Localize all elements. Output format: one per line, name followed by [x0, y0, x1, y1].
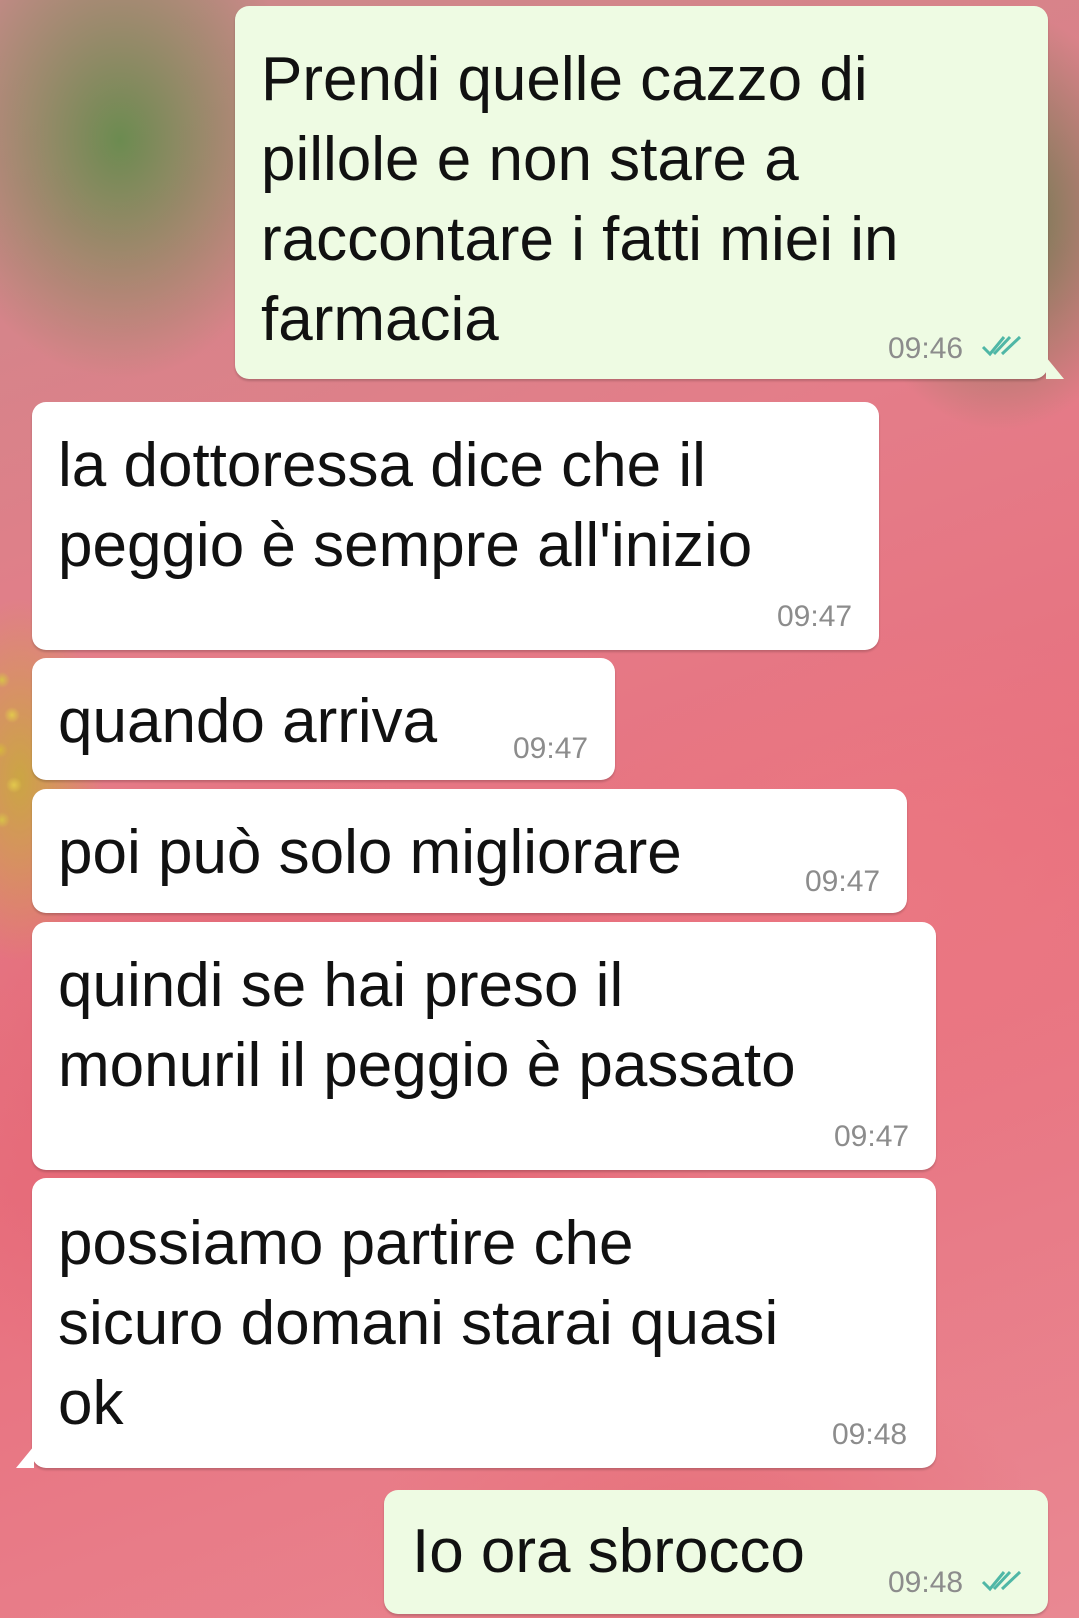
outgoing-message-bubble[interactable]: Prendi quelle cazzo di pillole e non sta… [235, 6, 1064, 379]
wallpaper-flower-stamens [0, 660, 30, 860]
message-timestamp: 09:47 [777, 600, 853, 633]
message-timestamp: 09:47 [513, 732, 589, 765]
message-timestamp: 09:47 [834, 1120, 910, 1153]
incoming-message-bubble[interactable]: possiamo partire che sicuro domani stara… [16, 1178, 936, 1468]
incoming-message-bubble[interactable]: la dottoressa dice che il peggio è sempr… [32, 402, 879, 650]
message-text: quando arriva [58, 687, 438, 756]
incoming-message-bubble[interactable]: quindi se hai preso il monuril il peggio… [32, 922, 936, 1170]
incoming-message-bubble[interactable]: poi può solo migliorare 09:47 [32, 789, 907, 913]
message-text: Io ora sbrocco [412, 1517, 805, 1586]
message-text: possiamo partire che sicuro domani stara… [58, 1209, 779, 1438]
outgoing-message-bubble[interactable]: Io ora sbrocco 09:48 [384, 1490, 1048, 1614]
message-timestamp: 09:46 [888, 332, 964, 365]
message-timestamp: 09:48 [888, 1566, 964, 1599]
double-check-read-icon [981, 1570, 1022, 1592]
message-text: la dottoressa dice che il peggio è sempr… [58, 431, 753, 580]
incoming-message-bubble[interactable]: quando arriva 09:47 [32, 658, 615, 780]
message-timestamp: 09:47 [805, 865, 881, 898]
message-text: Prendi quelle cazzo di pillole e non sta… [261, 45, 899, 354]
message-text: poi può solo migliorare [58, 818, 682, 887]
message-timestamp: 09:48 [832, 1418, 908, 1451]
message-text: quindi se hai preso il monuril il peggio… [58, 951, 796, 1100]
double-check-read-icon [981, 335, 1022, 357]
